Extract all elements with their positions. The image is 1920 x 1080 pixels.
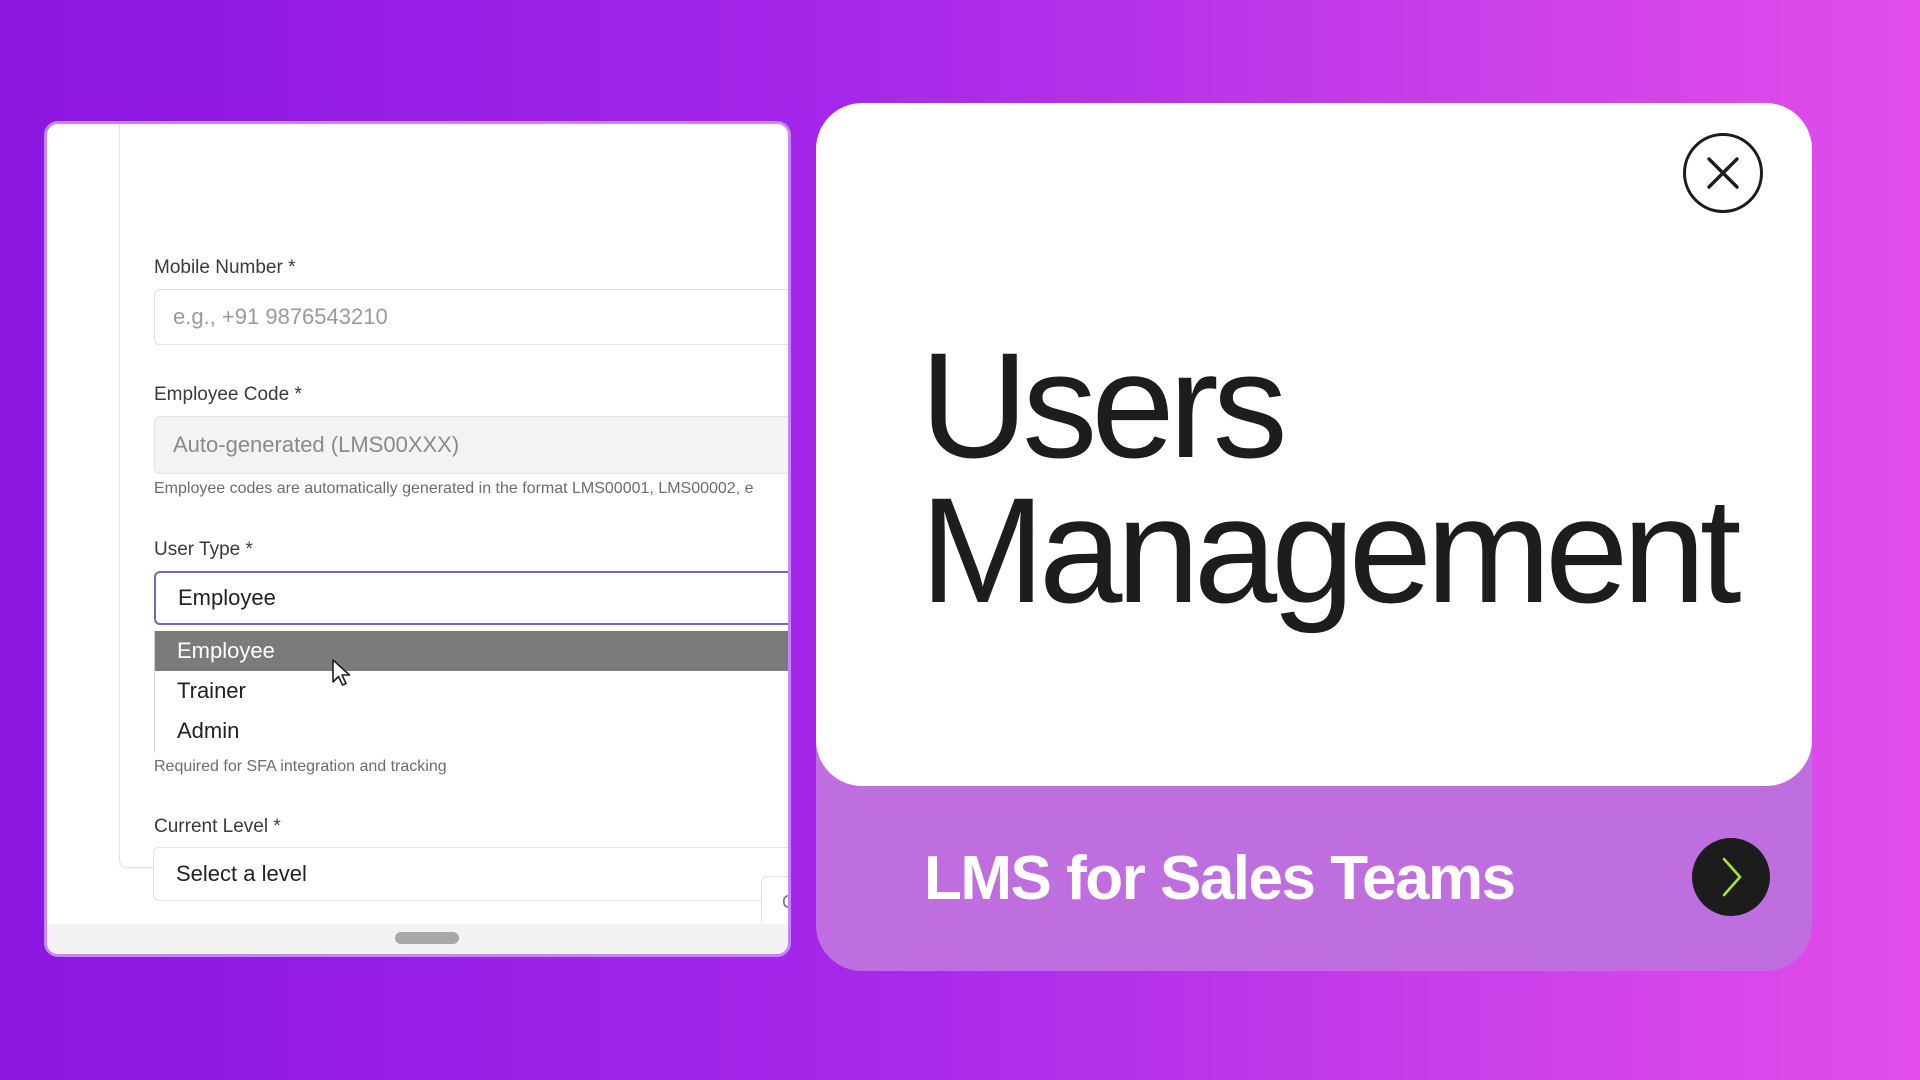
form-screenshot-panel: Mobile Number * e.g., +91 9876543210 Emp…: [44, 121, 791, 957]
current-level-label: Current Level *: [154, 816, 281, 837]
title-line-1: Users: [920, 321, 1288, 489]
mobile-number-input[interactable]: e.g., +91 9876543210: [154, 289, 788, 345]
title-line-2: Management: [920, 466, 1742, 634]
user-type-select[interactable]: Employee: [154, 571, 788, 625]
form-action-button[interactable]: C: [761, 876, 788, 928]
close-icon: [1707, 157, 1739, 189]
employee-code-label: Employee Code *: [154, 384, 302, 405]
current-level-select[interactable]: Select a level: [153, 847, 788, 901]
mouse-pointer-icon: [331, 658, 353, 693]
user-type-option-admin[interactable]: Admin: [155, 711, 788, 751]
title-card: Users Management LMS for Sales Teams: [816, 103, 1812, 971]
chevron-right-icon: [1722, 857, 1742, 897]
user-type-dropdown: Employee Trainer Admin: [154, 631, 788, 753]
user-type-helper: Required for SFA integration and trackin…: [154, 758, 447, 775]
title-card-top: Users Management: [816, 103, 1812, 786]
next-button[interactable]: [1692, 838, 1770, 916]
subtitle: LMS for Sales Teams: [924, 844, 1516, 913]
employee-code-input: Auto-generated (LMS00XXX): [154, 416, 788, 474]
employee-code-helper: Employee codes are automatically generat…: [154, 480, 754, 497]
user-type-option-trainer[interactable]: Trainer: [155, 671, 788, 711]
close-button[interactable]: [1683, 133, 1763, 213]
mobile-number-label: Mobile Number *: [154, 257, 296, 278]
user-type-label: User Type *: [154, 539, 253, 560]
user-type-option-employee[interactable]: Employee: [155, 631, 788, 671]
page-title: Users Management: [920, 321, 1742, 634]
user-form-card: Mobile Number * e.g., +91 9876543210 Emp…: [119, 124, 788, 868]
drag-handle[interactable]: [395, 932, 459, 944]
